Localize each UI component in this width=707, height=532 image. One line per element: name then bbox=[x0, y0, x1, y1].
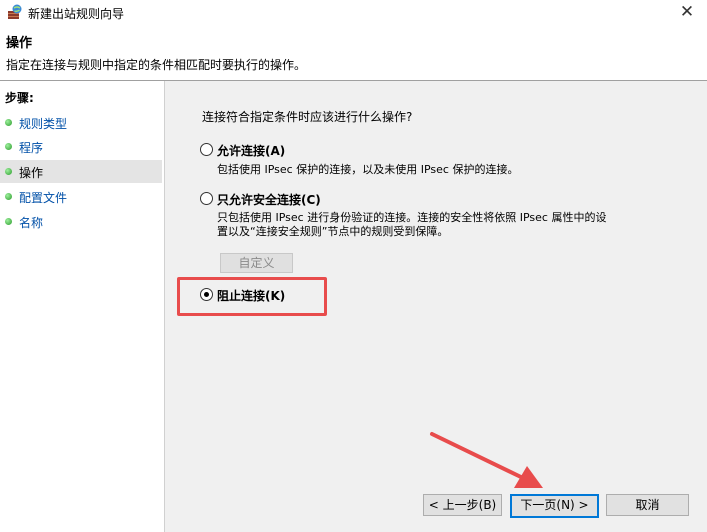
block-connection-radio[interactable] bbox=[200, 288, 213, 301]
step-label: 名称 bbox=[19, 216, 44, 230]
close-button[interactable]: ✕ bbox=[667, 0, 707, 26]
firewall-app-icon bbox=[8, 4, 22, 19]
customize-button[interactable]: 自定义 bbox=[220, 253, 293, 273]
step-status-icon bbox=[5, 193, 12, 200]
step-label: 规则类型 bbox=[19, 117, 68, 131]
main-panel: 连接符合指定条件时应该进行什么操作? 允许连接(A) 包括使用 IPsec 保护… bbox=[165, 81, 707, 532]
page-title: 操作 bbox=[6, 36, 33, 51]
back-button[interactable]: < 上一步(B) bbox=[423, 494, 502, 516]
step-name[interactable]: 名称 bbox=[0, 210, 162, 233]
step-label: 程序 bbox=[19, 141, 44, 155]
block-connection-label[interactable]: 阻止连接(K) bbox=[217, 287, 285, 304]
step-status-icon bbox=[5, 119, 12, 126]
step-rule-type[interactable]: 规则类型 bbox=[0, 111, 162, 134]
step-status-icon bbox=[5, 218, 12, 225]
page-description: 指定在连接与规则中指定的条件相匹配时要执行的操作。 bbox=[6, 58, 307, 72]
steps-sidebar: 步骤: 规则类型 程序 操作 配置文件 名称 bbox=[0, 81, 164, 532]
close-icon: ✕ bbox=[679, 2, 695, 22]
steps-title: 步骤: bbox=[5, 91, 34, 105]
step-status-icon bbox=[5, 143, 12, 150]
secure-only-description-line2: 置以及“连接安全规则”节点中的规则受到保障。 bbox=[217, 225, 449, 238]
action-question: 连接符合指定条件时应该进行什么操作? bbox=[202, 110, 413, 124]
secure-only-description-line1: 只包括使用 IPsec 进行身份验证的连接。连接的安全性将依照 IPsec 属性… bbox=[217, 211, 607, 224]
secure-only-label[interactable]: 只允许安全连接(C) bbox=[217, 191, 321, 208]
allow-connection-label[interactable]: 允许连接(A) bbox=[217, 142, 285, 159]
secure-only-radio[interactable] bbox=[200, 192, 213, 205]
step-action[interactable]: 操作 bbox=[0, 160, 162, 183]
step-program[interactable]: 程序 bbox=[0, 135, 162, 158]
cancel-button[interactable]: 取消 bbox=[606, 494, 689, 516]
title-bar: 新建出站规则向导 ✕ bbox=[0, 0, 707, 26]
allow-connection-description: 包括使用 IPsec 保护的连接，以及未使用 IPsec 保护的连接。 bbox=[217, 163, 519, 176]
step-label: 配置文件 bbox=[19, 191, 68, 205]
next-button[interactable]: 下一页(N) > bbox=[510, 494, 599, 518]
step-label: 操作 bbox=[19, 166, 44, 180]
window-title: 新建出站规则向导 bbox=[28, 7, 125, 21]
allow-connection-radio[interactable] bbox=[200, 143, 213, 156]
step-profile[interactable]: 配置文件 bbox=[0, 185, 162, 208]
page-header: 操作 指定在连接与规则中指定的条件相匹配时要执行的操作。 bbox=[0, 26, 707, 79]
step-status-icon bbox=[5, 168, 12, 175]
